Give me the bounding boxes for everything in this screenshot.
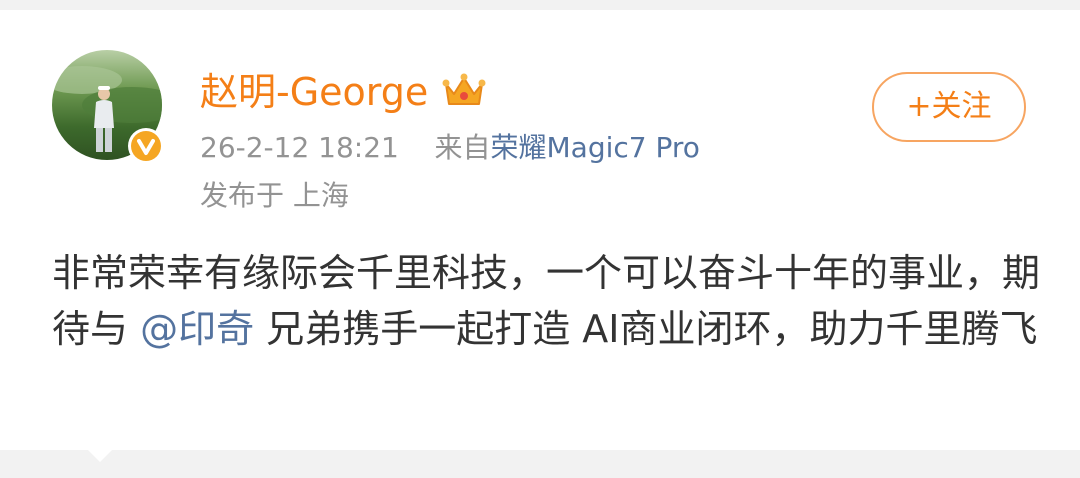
post-meta: 26-2-12 18:21 来自荣耀Magic7 Pro [200,128,700,168]
post-text-part-2: 兄弟携手一起打造 AI商业闭环，助力千里腾飞 [254,307,1038,351]
crown-icon[interactable] [442,70,486,110]
verified-badge-icon [128,128,164,164]
mention-link[interactable]: @印奇 [140,307,254,351]
weibo-post-card: 赵明-George 26-2-12 18:21 来自荣耀Magic7 Pro 发… [0,10,1080,450]
post-content: 非常荣幸有缘际会千里科技，一个可以奋斗十年的事业，期待与 @印奇 兄弟携手一起打… [52,245,1042,357]
post-timestamp: 26-2-12 18:21 [200,131,399,164]
card-pointer [88,450,112,462]
author-name[interactable]: 赵明-George [200,68,428,116]
device-link[interactable]: 荣耀Magic7 Pro [491,131,700,164]
source-prefix: 来自 [434,131,491,164]
follow-button[interactable]: +关注 [872,72,1026,142]
post-location: 发布于 上海 [200,179,349,212]
